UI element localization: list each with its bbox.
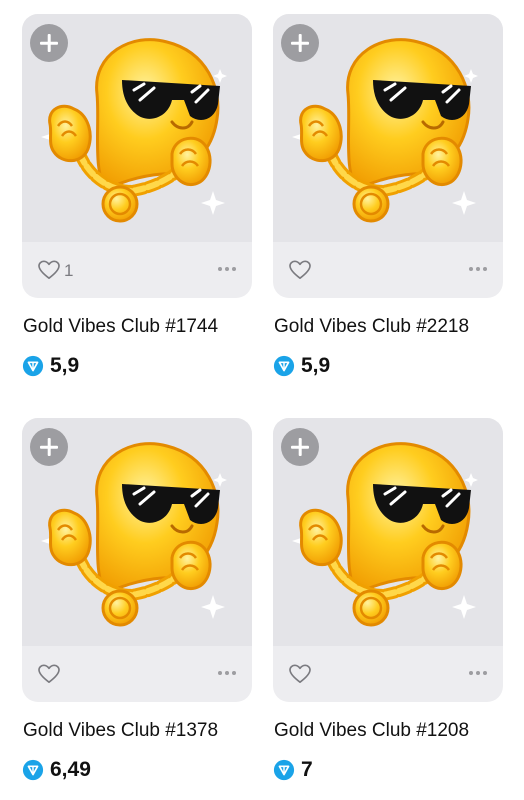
nft-image[interactable] [273, 14, 503, 242]
price: 6,49 [50, 758, 91, 781]
nft-image[interactable] [273, 418, 503, 646]
nft-image[interactable] [22, 14, 252, 242]
plus-icon[interactable] [30, 428, 68, 466]
price-row: 5,9 [273, 354, 330, 378]
nft-title[interactable]: Gold Vibes Club #1378 [23, 719, 263, 743]
more-dots-icon[interactable] [467, 666, 489, 680]
price-row: 6,49 [22, 758, 91, 782]
ton-diamond-icon [273, 759, 295, 781]
nft-card-box[interactable] [273, 14, 503, 298]
like-button[interactable] [289, 662, 315, 686]
more-dots-icon[interactable] [467, 262, 489, 276]
like-count: 1 [64, 260, 74, 280]
nft-card-box[interactable] [273, 418, 503, 702]
plus-icon[interactable] [30, 24, 68, 62]
ton-diamond-icon [273, 355, 295, 377]
plus-icon[interactable] [281, 428, 319, 466]
heart-icon [289, 664, 311, 683]
price-row: 7 [273, 758, 313, 782]
price: 7 [301, 758, 313, 781]
more-dots-icon[interactable] [216, 262, 238, 276]
price: 5,9 [50, 354, 80, 377]
nft-title[interactable]: Gold Vibes Club #2218 [274, 315, 514, 339]
more-dots-icon[interactable] [216, 666, 238, 680]
ton-diamond-icon [22, 759, 44, 781]
price: 5,9 [301, 354, 331, 377]
nft-title[interactable]: Gold Vibes Club #1208 [274, 719, 514, 743]
nft-title[interactable]: Gold Vibes Club #1744 [23, 315, 263, 339]
ton-diamond-icon [22, 355, 44, 377]
like-button[interactable]: 1 [38, 258, 73, 282]
like-button[interactable] [289, 258, 315, 282]
price-row: 5,9 [22, 354, 79, 378]
heart-icon [289, 260, 311, 279]
nft-image[interactable] [22, 418, 252, 646]
nft-card-box[interactable] [22, 418, 252, 702]
heart-icon [38, 664, 60, 683]
plus-icon[interactable] [281, 24, 319, 62]
nft-card-box[interactable]: 1 [22, 14, 252, 298]
heart-icon [38, 260, 60, 279]
like-button[interactable] [38, 662, 64, 686]
